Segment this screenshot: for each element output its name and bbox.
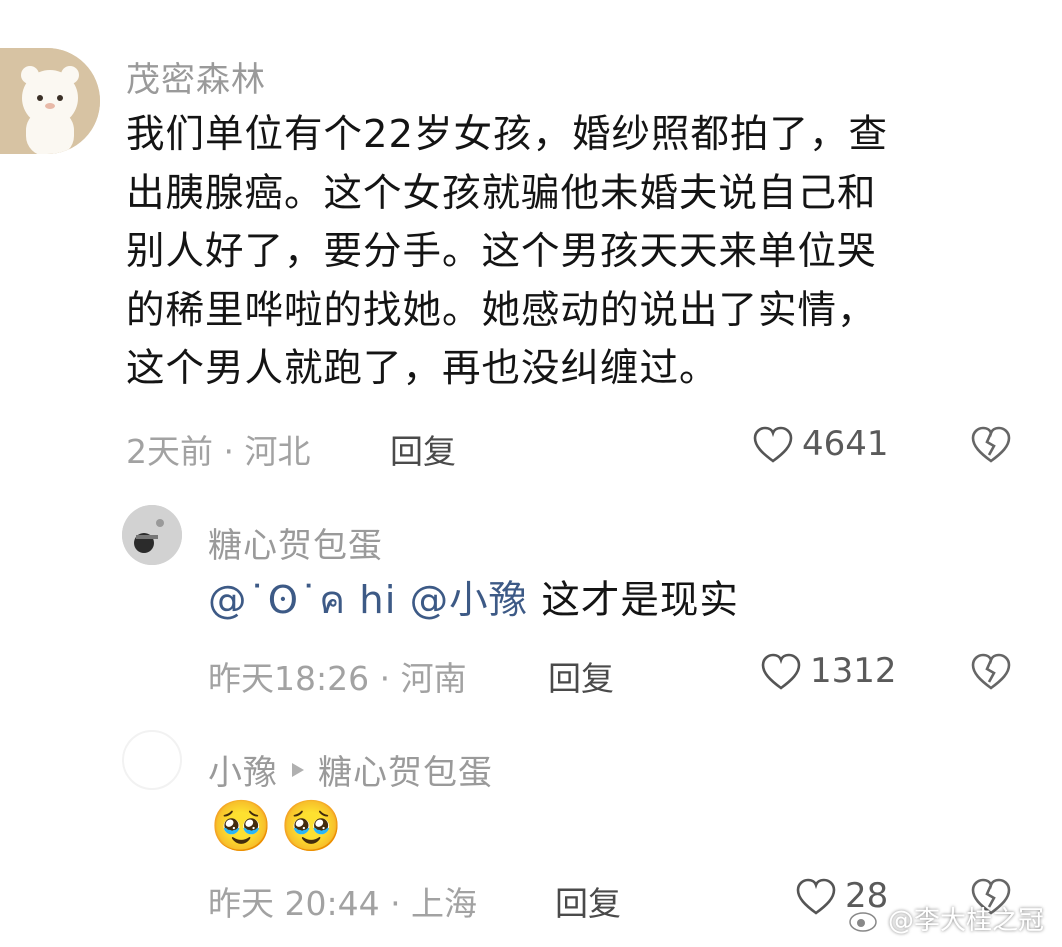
- watermark: @李大桂之冠: [848, 900, 1044, 937]
- watermark-text: @李大桂之冠: [888, 906, 1045, 936]
- comment-line: 我们单位有个22岁女孩，婚纱照都拍了，查: [126, 112, 888, 157]
- like-count: 4641: [802, 424, 889, 464]
- comment-line: 这个男人就跑了，再也没纠缠过。: [126, 346, 719, 392]
- like-count: 1312: [810, 651, 897, 691]
- username[interactable]: 茂密森林: [126, 52, 266, 101]
- broken-heart-icon[interactable]: [970, 652, 1012, 692]
- comment-line: 的稀里哗啦的找她。她感动的说出了实情，: [126, 287, 877, 333]
- avatar-user-3[interactable]: [122, 730, 182, 790]
- heart-outline-icon[interactable]: [795, 877, 837, 917]
- reply-to-username[interactable]: 糖心贺包蛋: [318, 745, 493, 794]
- username[interactable]: 糖心贺包蛋: [208, 518, 383, 567]
- comment-meta: 昨天 20:44 · 上海: [208, 884, 478, 923]
- emoji-content: 🥹🥹: [210, 797, 351, 855]
- bear-avatar-icon: [0, 48, 100, 154]
- avatar-user-1[interactable]: [0, 48, 100, 154]
- reply-header: 小豫 糖心贺包蛋: [208, 745, 493, 794]
- comment-line: 出胰腺癌。这个女孩就骗他未婚夫说自己和: [126, 170, 877, 216]
- comment-line: 别人好了，要分手。这个男孩天天来单位哭: [126, 229, 877, 275]
- heart-outline-icon[interactable]: [760, 652, 802, 692]
- broken-heart-icon[interactable]: [970, 425, 1012, 465]
- comment-meta: 昨天18:26 · 河南: [208, 659, 467, 698]
- reply-button[interactable]: 回复: [548, 652, 614, 700]
- username[interactable]: 小豫: [208, 745, 278, 794]
- reply-button[interactable]: 回复: [555, 877, 621, 925]
- comment-text: 这才是现实: [541, 578, 739, 623]
- weibo-logo-icon: [848, 905, 882, 933]
- triangle-right-icon: [290, 761, 306, 779]
- avatar-user-2[interactable]: [122, 505, 182, 565]
- heart-outline-icon[interactable]: [752, 425, 794, 465]
- reply-button[interactable]: 回复: [390, 425, 456, 473]
- mention-link[interactable]: @˙ʘ˙ค hi @小豫: [208, 578, 528, 623]
- comment-body: 我们单位有个22岁女孩，婚纱照都拍了，查 出胰腺癌。这个女孩就骗他未婚夫说自己和…: [126, 106, 1026, 399]
- comment-body: @˙ʘ˙ค hi @小豫 这才是现实: [208, 572, 739, 631]
- comment-meta: 2天前 · 河北: [126, 432, 311, 471]
